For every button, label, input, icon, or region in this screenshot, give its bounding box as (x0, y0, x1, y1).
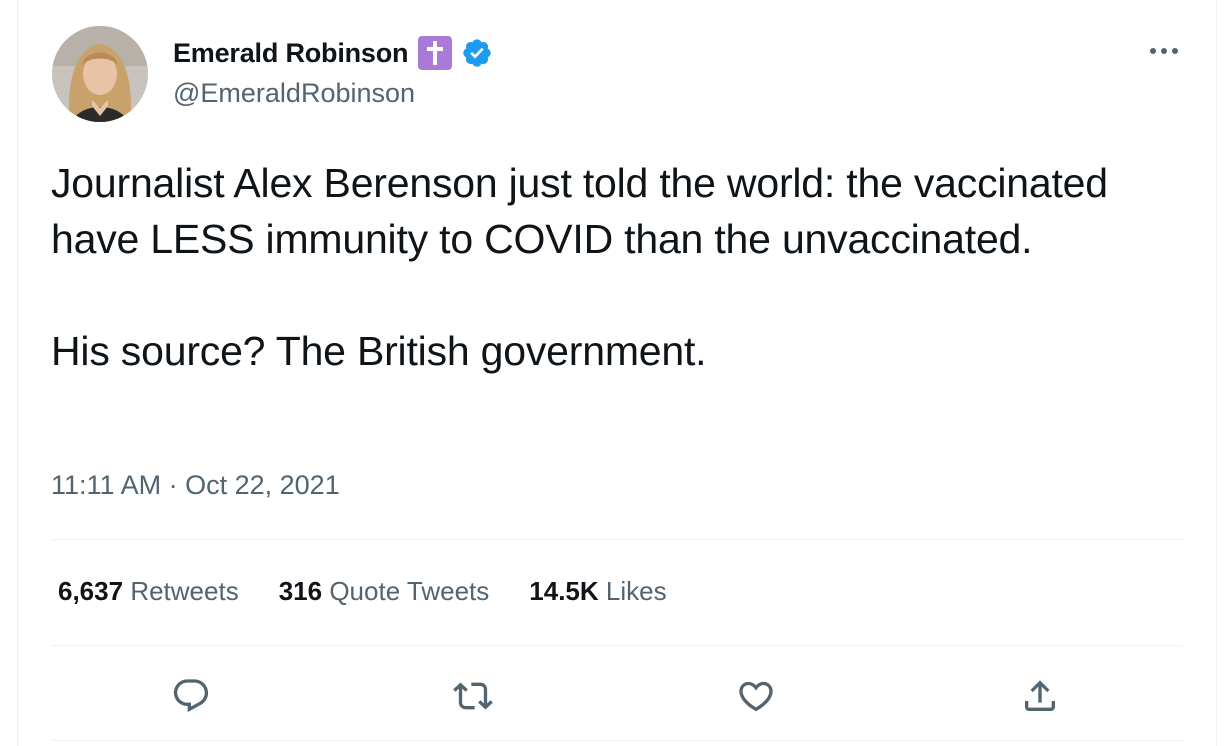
quote-tweets-stat[interactable]: 316 Quote Tweets (279, 576, 490, 607)
share-button[interactable] (1018, 674, 1062, 718)
action-bar (18, 666, 1216, 722)
meta-separator: · (168, 470, 178, 500)
retweets-count: 6,637 (58, 576, 124, 606)
retweets-label: Retweets (130, 576, 239, 606)
divider (51, 539, 1183, 540)
tweet-card: Emerald Robinson @EmeraldRobinson Journa… (17, 0, 1217, 746)
divider (51, 740, 1183, 741)
quote-tweets-label: Quote Tweets (329, 576, 490, 606)
more-options-button[interactable] (1146, 36, 1182, 66)
heart-icon (739, 681, 773, 712)
likes-stat[interactable]: 14.5K Likes (529, 576, 666, 607)
quote-tweets-count: 316 (278, 576, 323, 606)
like-button[interactable] (734, 674, 778, 718)
divider (51, 645, 1183, 646)
likes-count: 14.5K (529, 576, 599, 606)
tweet-time[interactable]: 11:11 AM (51, 470, 161, 500)
avatar[interactable] (52, 26, 148, 122)
retweet-icon (453, 682, 493, 710)
author-display-name[interactable]: Emerald Robinson (173, 38, 409, 69)
retweet-button[interactable] (451, 674, 495, 718)
tweet-stats: 6,637 Retweets 316 Quote Tweets 14.5K Li… (58, 576, 707, 607)
share-icon (1025, 680, 1055, 711)
retweets-stat[interactable]: 6,637 Retweets (58, 576, 239, 607)
tweet-timestamp[interactable]: 11:11 AM · Oct 22, 2021 (51, 470, 340, 501)
author-handle[interactable]: @EmeraldRobinson (173, 78, 415, 109)
tweet-date[interactable]: Oct 22, 2021 (185, 470, 340, 500)
likes-label: Likes (605, 576, 667, 606)
more-dots-icon (1150, 48, 1178, 54)
latin-cross-badge-icon (418, 36, 453, 70)
author-row: Emerald Robinson (173, 34, 493, 72)
reply-icon (173, 679, 209, 713)
verified-badge-icon (461, 37, 493, 69)
reply-button[interactable] (169, 674, 213, 718)
tweet-text: Journalist Alex Berenson just told the w… (51, 160, 1108, 374)
